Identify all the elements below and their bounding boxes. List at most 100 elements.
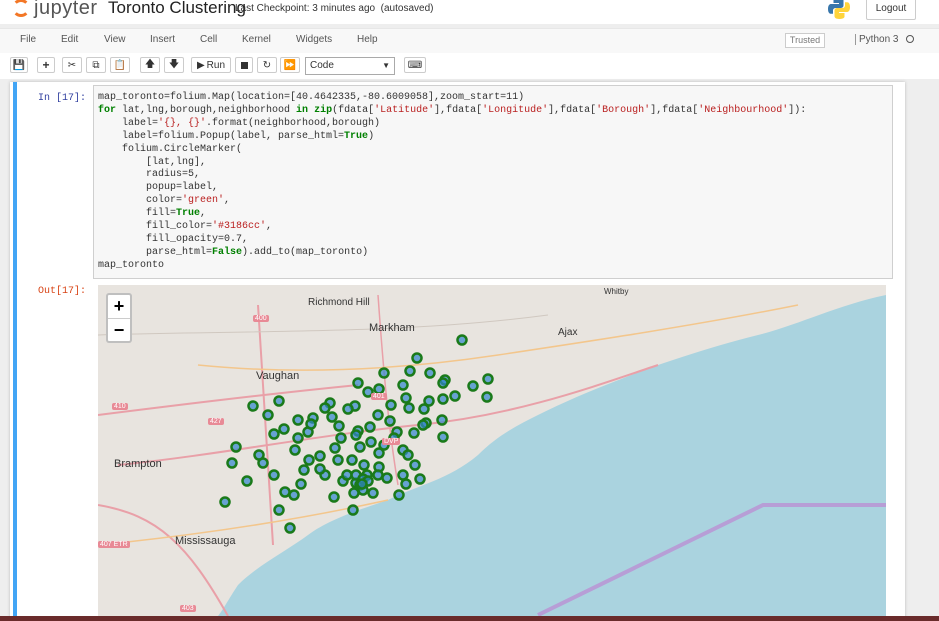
- circle-marker[interactable]: [326, 411, 338, 423]
- circle-marker[interactable]: [409, 459, 421, 471]
- jupyter-logo[interactable]: jupyter: [12, 0, 98, 20]
- circle-marker[interactable]: [381, 472, 393, 484]
- restart-button[interactable]: ↻: [257, 57, 277, 73]
- circle-marker[interactable]: [273, 504, 285, 516]
- circle-marker[interactable]: [347, 504, 359, 516]
- circle-marker[interactable]: [456, 334, 468, 346]
- menu-kernel[interactable]: Kernel: [242, 34, 271, 45]
- circle-marker[interactable]: [288, 489, 300, 501]
- move-down-button[interactable]: 🡇: [164, 57, 184, 73]
- zoom-out-button[interactable]: −: [108, 319, 130, 342]
- save-button[interactable]: 💾: [10, 57, 28, 73]
- command-palette-button[interactable]: ⌨: [404, 57, 426, 73]
- menu-cell[interactable]: Cell: [200, 34, 217, 45]
- move-up-button[interactable]: 🡅: [140, 57, 160, 73]
- circle-marker[interactable]: [414, 473, 426, 485]
- circle-marker[interactable]: [333, 420, 345, 432]
- zoom-in-button[interactable]: +: [108, 295, 130, 319]
- menu-file[interactable]: File: [20, 34, 36, 45]
- copy-button[interactable]: ⧉: [86, 57, 106, 73]
- menu-widgets[interactable]: Widgets: [296, 34, 332, 45]
- circle-marker[interactable]: [350, 429, 362, 441]
- circle-marker[interactable]: [292, 414, 304, 426]
- circle-marker[interactable]: [400, 478, 412, 490]
- circle-marker[interactable]: [273, 395, 285, 407]
- circle-marker[interactable]: [354, 441, 366, 453]
- circle-marker[interactable]: [418, 403, 430, 415]
- circle-marker[interactable]: [219, 496, 231, 508]
- circle-marker[interactable]: [335, 432, 347, 444]
- circle-marker[interactable]: [372, 469, 384, 481]
- circle-marker[interactable]: [481, 391, 493, 403]
- circle-marker[interactable]: [411, 352, 423, 364]
- interrupt-button[interactable]: [235, 57, 253, 73]
- circle-marker[interactable]: [372, 409, 384, 421]
- circle-marker[interactable]: [397, 469, 409, 481]
- circle-marker[interactable]: [303, 454, 315, 466]
- menu-view[interactable]: View: [104, 34, 126, 45]
- circle-marker[interactable]: [400, 392, 412, 404]
- circle-marker[interactable]: [424, 367, 436, 379]
- circle-marker[interactable]: [341, 469, 353, 481]
- circle-marker[interactable]: [449, 390, 461, 402]
- trusted-indicator[interactable]: Trusted: [785, 33, 825, 48]
- circle-marker[interactable]: [352, 377, 364, 389]
- menu-edit[interactable]: Edit: [61, 34, 78, 45]
- circle-marker[interactable]: [305, 418, 317, 430]
- circle-marker[interactable]: [356, 478, 368, 490]
- circle-marker[interactable]: [226, 457, 238, 469]
- circle-marker[interactable]: [358, 459, 370, 471]
- circle-marker[interactable]: [295, 478, 307, 490]
- circle-marker[interactable]: [328, 491, 340, 503]
- circle-marker[interactable]: [437, 393, 449, 405]
- circle-marker[interactable]: [268, 428, 280, 440]
- circle-marker[interactable]: [292, 432, 304, 444]
- circle-marker[interactable]: [247, 400, 259, 412]
- circle-marker[interactable]: [364, 421, 376, 433]
- circle-marker[interactable]: [346, 454, 358, 466]
- circle-marker[interactable]: [385, 399, 397, 411]
- circle-marker[interactable]: [230, 441, 242, 453]
- circle-marker[interactable]: [314, 450, 326, 462]
- circle-marker[interactable]: [268, 469, 280, 481]
- circle-marker[interactable]: [437, 377, 449, 389]
- circle-marker[interactable]: [482, 373, 494, 385]
- circle-marker[interactable]: [384, 415, 396, 427]
- run-button[interactable]: ▶ Run: [191, 57, 231, 73]
- insert-cell-button[interactable]: +: [37, 57, 55, 73]
- circle-marker[interactable]: [262, 409, 274, 421]
- circle-marker[interactable]: [397, 379, 409, 391]
- circle-marker[interactable]: [332, 454, 344, 466]
- menu-help[interactable]: Help: [357, 34, 378, 45]
- folium-map[interactable]: Richmond Hill Markham Ajax Whitby Vaugha…: [98, 285, 886, 616]
- circle-marker[interactable]: [314, 463, 326, 475]
- circle-marker[interactable]: [365, 436, 377, 448]
- circle-marker[interactable]: [417, 419, 429, 431]
- circle-marker[interactable]: [436, 414, 448, 426]
- circle-marker[interactable]: [404, 365, 416, 377]
- circle-marker[interactable]: [241, 475, 253, 487]
- circle-marker[interactable]: [467, 380, 479, 392]
- circle-marker[interactable]: [378, 367, 390, 379]
- circle-marker[interactable]: [298, 464, 310, 476]
- logout-button[interactable]: Logout: [866, 0, 916, 20]
- circle-marker[interactable]: [408, 427, 420, 439]
- circle-marker[interactable]: [278, 423, 290, 435]
- restart-run-all-button[interactable]: ⏩: [280, 57, 300, 73]
- circle-marker[interactable]: [284, 522, 296, 534]
- cell-type-select[interactable]: Code ▼: [305, 57, 395, 75]
- circle-marker[interactable]: [402, 449, 414, 461]
- circle-marker[interactable]: [279, 486, 291, 498]
- circle-marker[interactable]: [253, 449, 265, 461]
- circle-marker[interactable]: [393, 489, 405, 501]
- menu-insert[interactable]: Insert: [150, 34, 175, 45]
- circle-marker[interactable]: [329, 442, 341, 454]
- circle-marker[interactable]: [342, 403, 354, 415]
- circle-marker[interactable]: [319, 402, 331, 414]
- circle-marker[interactable]: [437, 431, 449, 443]
- notebook-name[interactable]: Toronto Clustering: [108, 0, 246, 18]
- circle-marker[interactable]: [403, 402, 415, 414]
- cut-button[interactable]: ✂: [62, 57, 82, 73]
- circle-marker[interactable]: [367, 487, 379, 499]
- code-text[interactable]: map_toronto=folium.Map(location=[40.4642…: [98, 92, 806, 273]
